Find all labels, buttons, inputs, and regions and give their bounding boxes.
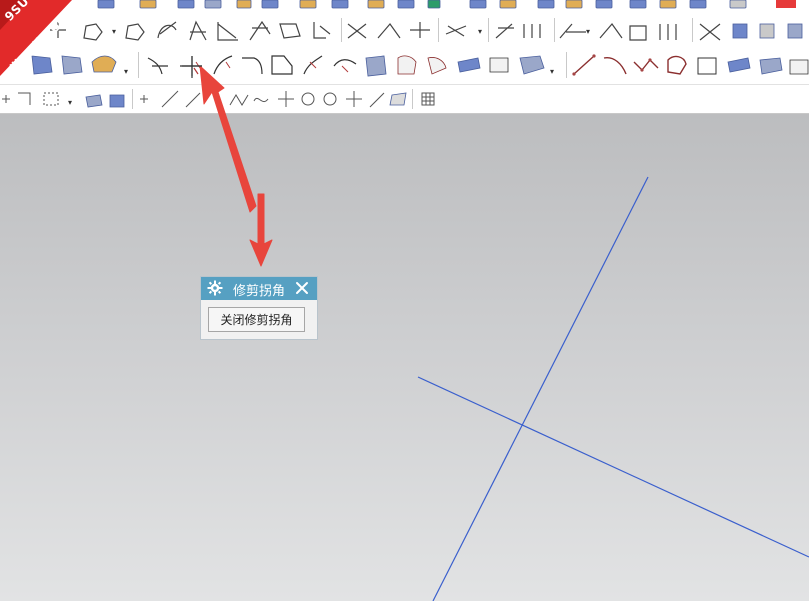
graphics-viewport[interactable]: [0, 114, 809, 601]
toolbar-row-4: ▾: [0, 84, 809, 113]
toolbar-row-1: [0, 0, 809, 12]
toolbar-row-1-icons[interactable]: [0, 0, 809, 12]
line-curve-1[interactable]: [432, 176, 649, 601]
trim-corner-dialog: 修剪拐角 关闭修剪拐角: [200, 276, 318, 340]
edit-curve-tools-row[interactable]: ▾ ▾: [0, 48, 809, 82]
svg-text:▾: ▾: [550, 67, 554, 76]
svg-text:▾: ▾: [124, 67, 128, 76]
close-icon[interactable]: [295, 281, 309, 295]
trim-corner-icon[interactable]: [178, 54, 206, 80]
svg-text:▾: ▾: [478, 27, 482, 36]
svg-text:▾: ▾: [586, 27, 590, 36]
selection-tools-row[interactable]: ▾: [0, 85, 809, 113]
toolbar-row-3: ▾ ▾: [0, 48, 809, 82]
line-curve-2[interactable]: [417, 376, 809, 558]
svg-text:▾: ▾: [68, 98, 72, 107]
color-swatch[interactable]: [776, 0, 796, 8]
curve-tools-row[interactable]: ▾ ▾ ▾: [0, 14, 809, 46]
toolbar-row-2: ▾ ▾ ▾: [0, 14, 809, 46]
dialog-titlebar[interactable]: 修剪拐角: [201, 277, 317, 300]
close-trim-corner-button[interactable]: 关闭修剪拐角: [208, 307, 305, 332]
dialog-title: 修剪拐角: [233, 284, 286, 299]
toolbar-area: ▾ ▾ ▾ ▾ ▾ ▾: [0, 0, 809, 114]
viewport-geometry: [417, 176, 809, 601]
svg-text:▾: ▾: [112, 27, 116, 36]
watermark-badge: 9SUG 学UG就上UG网: [0, 0, 90, 90]
gear-icon: [207, 280, 223, 296]
